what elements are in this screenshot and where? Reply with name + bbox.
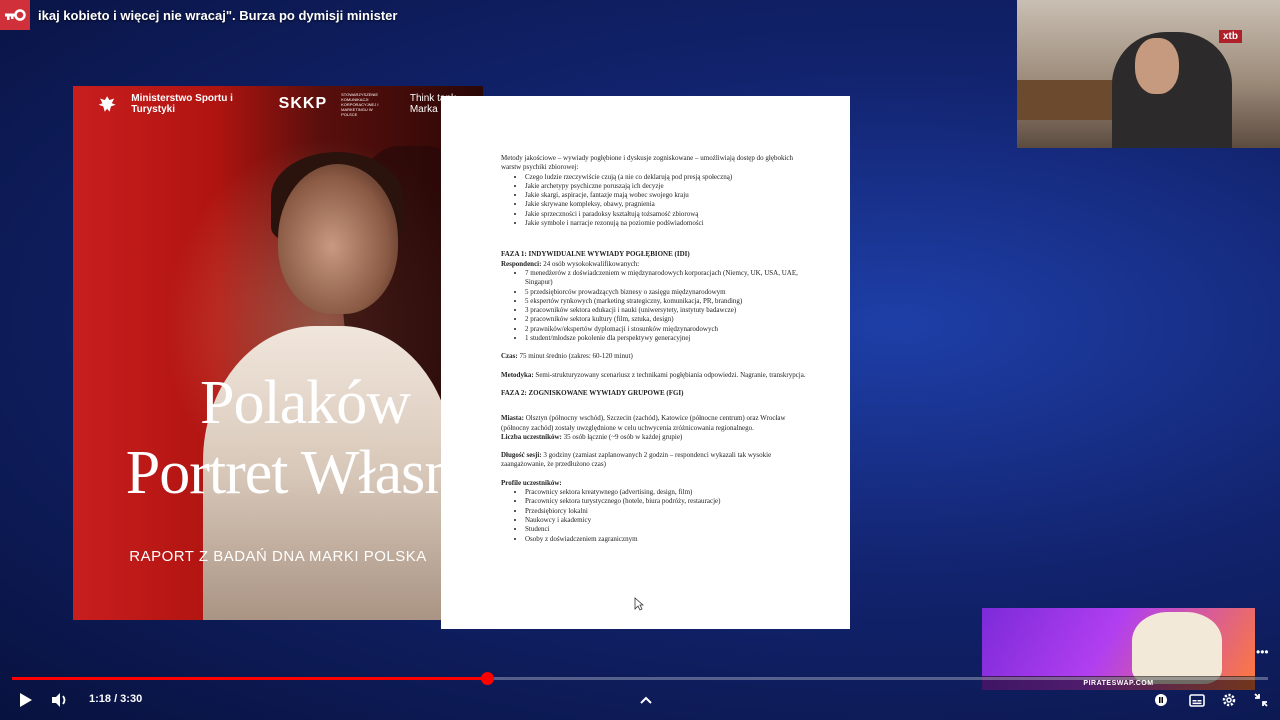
volume-icon: [52, 693, 66, 707]
time-label: Czas:: [501, 352, 518, 361]
video-title-bar: ikaj kobieto i więcej nie wracaj". Burza…: [0, 0, 397, 30]
cover-logos: Ministerstwo Sportu i Turystyki SKKP STO…: [97, 90, 483, 118]
ad-mascot: [1132, 612, 1222, 684]
list-item: Naukowcy i akademicy: [525, 516, 810, 525]
settings-button[interactable]: [1218, 686, 1240, 714]
key-icon: [5, 9, 26, 21]
autoplay-icon: [1155, 694, 1167, 706]
cities-label: Miasta:: [501, 414, 524, 423]
participants-text: 35 osób łącznie (~9 osób w każdej grupie…: [563, 432, 683, 441]
list-item: Studenci: [525, 525, 810, 534]
subtitles-button[interactable]: [1186, 686, 1208, 714]
duration-text: 3 godziny (zamiast zaplanowanych 2 godzi…: [501, 451, 772, 469]
ministry-name: Ministerstwo Sportu i Turystyki: [131, 93, 233, 115]
skkp-logo: SKKP: [278, 95, 328, 112]
cover-subtitle: RAPORT Z BADAŃ DNA MARKI POLSKA: [129, 548, 427, 565]
cover-title-line2: Portret Własny: [125, 439, 483, 507]
video-title[interactable]: ikaj kobieto i więcej nie wracaj". Burza…: [38, 8, 397, 23]
play-button[interactable]: [14, 686, 38, 714]
list-item: Przedsiębiorcy lokalni: [525, 507, 810, 516]
progress-played: [12, 677, 487, 680]
list-item: 7 menedżerów z doświadczeniem w międzyna…: [525, 269, 810, 288]
mouse-cursor-icon: [634, 597, 644, 611]
exit-fullscreen-button[interactable]: [1250, 686, 1272, 714]
list-item: Jakie skargi, aspiracje, fantazje mają w…: [525, 191, 810, 200]
report-cover: Ministerstwo Sportu i Turystyki SKKP STO…: [73, 86, 483, 620]
list-item: 3 pracowników sektora edukacji i nauki (…: [525, 306, 810, 315]
skkp-subtitle: STOWARZYSZENIE KOMUNIKACJI KORPORACYJNEJ…: [341, 91, 379, 117]
play-icon: [20, 693, 32, 707]
volume-button[interactable]: [48, 686, 72, 714]
cover-title-line1: Polaków: [200, 369, 411, 437]
document-page: Metody jakościowe – wywiady pogłębione i…: [441, 96, 850, 629]
respondents-label: Respondenci:: [501, 259, 542, 268]
method-text: Semi-strukturyzowany scenariusz z techni…: [535, 370, 806, 379]
progress-bar[interactable]: [12, 672, 1268, 685]
list-item: 1 student/młodsze pokolenie dla perspekt…: [525, 334, 810, 343]
list-item: Jakie sprzeczności i paradoksy kształtuj…: [525, 210, 810, 219]
streamer-face: [1135, 38, 1179, 94]
list-item: Osoby z doświadczeniem zagranicznym: [525, 535, 810, 544]
time-display: 1:18 / 3:30: [89, 693, 143, 705]
list-item: Czego ludzie rzeczywiście czują (a nie c…: [525, 173, 810, 182]
doc-intro: Metody jakościowe – wywiady pogłębione i…: [501, 154, 794, 172]
chevron-up-icon: [640, 696, 652, 704]
channel-logo[interactable]: [0, 0, 30, 30]
list-item: Pracownicy sektora turystycznego (hotele…: [525, 497, 810, 506]
player-controls: [0, 686, 1280, 714]
subtitles-icon: [1189, 693, 1205, 707]
list-item: 5 przedsiębiorców prowadzących biznesy o…: [525, 288, 810, 297]
method-label: Metodyka:: [501, 370, 534, 379]
profiles-label: Profile uczestników:: [501, 478, 562, 487]
duration-label: Długość sesji:: [501, 451, 542, 460]
participants-label: Liczba uczestników:: [501, 432, 562, 441]
list-item: Jakie skrywane kompleksy, obawy, pragnie…: [525, 200, 810, 209]
cities-text: Olsztyn (północny wschód), Szczecin (zac…: [501, 414, 786, 432]
eagle-emblem-icon: [98, 96, 116, 112]
exit-fullscreen-icon: [1254, 693, 1268, 707]
model-face: [278, 164, 398, 314]
miniplayer-toggle[interactable]: [1150, 686, 1172, 714]
time-text: 75 minut średnio (zakres: 60-120 minut): [519, 352, 633, 361]
phase2-title: FAZA 2: ZOGNISKOWANE WYWIADY GRUPOWE (FG…: [501, 388, 684, 397]
cover-title: Polaków Portret Własny: [95, 368, 483, 508]
respondents-list: 7 menedżerów z doświadczeniem w międzyna…: [501, 269, 810, 343]
list-item: 2 prawników/ekspertów dyplomacji i stosu…: [525, 325, 810, 334]
list-item: Jakie archetypy psychiczne poruszają ich…: [525, 182, 810, 191]
profiles-list: Pracownicy sektora kreatywnego (advertis…: [501, 488, 810, 544]
list-item: Pracownicy sektora kreatywnego (advertis…: [525, 488, 810, 497]
sponsor-badge: xtb: [1219, 30, 1242, 43]
respondents-text: 24 osób wysokokwalifikowanych:: [543, 259, 640, 268]
progress-scrubber[interactable]: [480, 672, 494, 685]
doc-intro-list: Czego ludzie rzeczywiście czują (a nie c…: [501, 173, 810, 229]
list-item: 5 ekspertów rynkowych (marketing strateg…: [525, 297, 810, 306]
streamer-webcam: xtb: [1017, 0, 1280, 148]
phase1-title: FAZA 1: INDYWIDUALNE WYWIADY POGŁĘBIONE …: [501, 250, 690, 259]
gear-icon: [1222, 693, 1236, 707]
more-dots-icon[interactable]: •••: [1256, 645, 1269, 659]
chapters-button[interactable]: [634, 686, 658, 714]
list-item: 2 pracowników sektora kultury (film, szt…: [525, 315, 810, 324]
list-item: Jakie symbole i narracje rezonują na poz…: [525, 219, 810, 228]
